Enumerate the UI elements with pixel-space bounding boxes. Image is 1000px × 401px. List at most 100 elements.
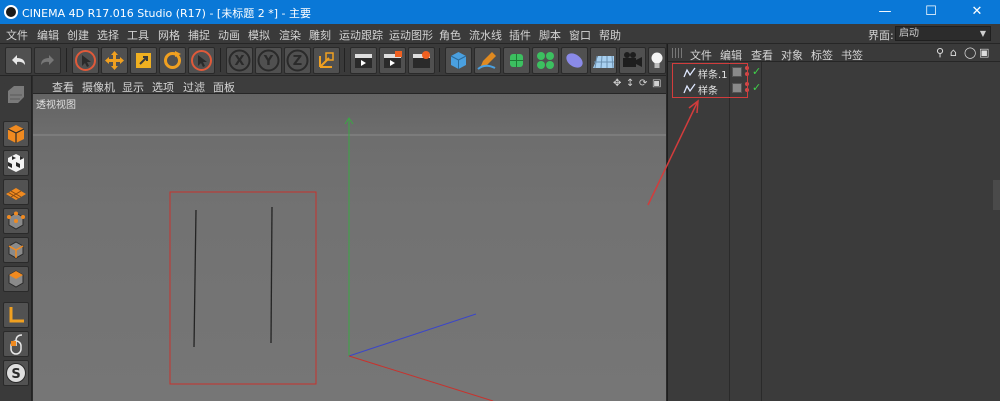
om-menu-bookmarks[interactable]: 书签 <box>841 47 863 63</box>
axis-mode-icon[interactable] <box>3 302 29 328</box>
x-axis-icon[interactable]: X <box>226 47 253 74</box>
perspective-viewport[interactable]: 透视视图 <box>33 94 666 401</box>
orbit-icon[interactable]: ⟳ <box>639 78 647 89</box>
pan-icon[interactable]: ✥ <box>613 78 621 89</box>
scale-icon[interactable] <box>130 47 157 74</box>
layout-label: 界面: <box>868 29 894 42</box>
menu-sculpt[interactable]: 雕刻 <box>309 27 331 43</box>
z-axis-icon[interactable]: Z <box>284 47 311 74</box>
x-axis-line <box>348 355 494 401</box>
menu-character[interactable]: 角色 <box>439 27 461 43</box>
enabled-check-icon[interactable]: ✓ <box>752 65 761 78</box>
move-icon[interactable] <box>101 47 128 74</box>
viewport-menu-view[interactable]: 查看 <box>52 79 74 95</box>
cube-icon[interactable] <box>445 47 472 74</box>
om-menu-edit[interactable]: 编辑 <box>720 47 742 63</box>
menu-file[interactable]: 文件 <box>6 27 28 43</box>
menu-mograph[interactable]: 运动图形 <box>389 27 433 43</box>
viewport-menu-display[interactable]: 显示 <box>122 79 144 95</box>
subdivision-icon[interactable] <box>503 47 530 74</box>
viewport-scene <box>33 117 666 401</box>
main-menu-bar: 文件 编辑 创建 选择 工具 网格 捕捉 动画 模拟 渲染 雕刻 运动跟踪 运动… <box>0 24 1000 44</box>
menu-help[interactable]: 帮助 <box>599 27 621 43</box>
menu-pipeline[interactable]: 流水线 <box>469 27 502 43</box>
toolbar-divider <box>66 48 67 72</box>
pen-icon[interactable] <box>474 47 501 74</box>
view-icon[interactable]: ◯ <box>964 46 976 59</box>
menu-mesh[interactable]: 网格 <box>158 27 180 43</box>
maximize-view-icon[interactable]: ▣ <box>652 78 661 89</box>
render-settings-icon[interactable] <box>408 47 435 74</box>
spline-line <box>270 206 273 344</box>
enabled-check-icon[interactable]: ✓ <box>752 81 761 94</box>
menu-edit[interactable]: 编辑 <box>37 27 59 43</box>
svg-text:Y: Y <box>263 54 274 69</box>
cloner-icon[interactable] <box>532 47 559 74</box>
polygons-mode-icon[interactable] <box>3 266 29 292</box>
undo-icon[interactable] <box>5 47 32 74</box>
viewport-menu-camera[interactable]: 摄像机 <box>82 79 115 95</box>
texture-mode-icon[interactable] <box>3 150 29 176</box>
y-axis-icon[interactable]: Y <box>255 47 282 74</box>
column-divider <box>729 62 730 401</box>
menu-simulate[interactable]: 模拟 <box>248 27 270 43</box>
object-manager-menu-bar: 文件 编辑 查看 对象 标签 书签 ⚲ ⌂ ◯ ▣ <box>668 44 1000 62</box>
camera-icon[interactable] <box>619 47 646 74</box>
layout-dropdown-value: 启动 <box>899 28 919 39</box>
menu-snap[interactable]: 捕捉 <box>188 27 210 43</box>
menu-create[interactable]: 创建 <box>67 27 89 43</box>
model-mode-icon[interactable] <box>3 121 29 147</box>
layout-dropdown[interactable]: 启动 ▼ <box>895 26 991 41</box>
render-view-icon[interactable] <box>350 47 377 74</box>
snap-icon[interactable]: S <box>3 360 29 386</box>
render-to-picture-viewer-icon[interactable] <box>379 47 406 74</box>
deformer-icon[interactable] <box>561 47 588 74</box>
menu-plugins[interactable]: 插件 <box>509 27 531 43</box>
viewport-menu-panel[interactable]: 面板 <box>213 79 235 95</box>
viewport-menu-options[interactable]: 选项 <box>152 79 174 95</box>
workplane-icon[interactable] <box>3 179 29 205</box>
menu-animate[interactable]: 动画 <box>218 27 240 43</box>
viewport-menu-filter[interactable]: 过滤 <box>183 79 205 95</box>
floor-icon[interactable] <box>590 47 617 74</box>
menu-select[interactable]: 选择 <box>97 27 119 43</box>
toolbar-divider <box>344 48 345 72</box>
menu-tools[interactable]: 工具 <box>127 27 149 43</box>
points-mode-icon[interactable] <box>3 208 29 234</box>
menu-window[interactable]: 窗口 <box>569 27 591 43</box>
tweak-mode-icon[interactable] <box>3 331 29 357</box>
menu-motion-tracking[interactable]: 运动跟踪 <box>339 27 383 43</box>
om-menu-tags[interactable]: 标签 <box>811 47 833 63</box>
window-title: CINEMA 4D R17.016 Studio (R17) - [未标题 2 … <box>22 7 311 20</box>
annotation-highlight-box <box>672 63 748 98</box>
edges-mode-icon[interactable] <box>3 237 29 263</box>
om-menu-objects[interactable]: 对象 <box>781 47 803 63</box>
menu-render[interactable]: 渲染 <box>279 27 301 43</box>
main-toolbar: X Y Z <box>0 44 666 76</box>
redo-icon[interactable] <box>34 47 61 74</box>
panel-grip-icon[interactable] <box>672 48 682 58</box>
om-menu-file[interactable]: 文件 <box>690 47 712 63</box>
light-icon[interactable] <box>648 47 666 74</box>
window-title-bar: CINEMA 4D R17.016 Studio (R17) - [未标题 2 … <box>0 0 1000 24</box>
layer-icon[interactable]: ▣ <box>979 46 989 59</box>
live-selection-icon[interactable] <box>72 47 99 74</box>
toolbar-divider <box>439 48 440 72</box>
coordinate-system-icon[interactable] <box>313 47 340 74</box>
om-menu-view[interactable]: 查看 <box>751 47 773 63</box>
close-icon[interactable]: ✕ <box>954 0 1000 24</box>
viewport-label: 透视视图 <box>36 100 76 111</box>
home-icon[interactable]: ⌂ <box>950 46 957 59</box>
menu-script[interactable]: 脚本 <box>539 27 561 43</box>
search-icon[interactable]: ⚲ <box>936 46 944 59</box>
dolly-icon[interactable]: ↕ <box>626 78 634 89</box>
svg-text:S: S <box>11 367 20 382</box>
maximize-icon[interactable]: ☐ <box>908 0 954 24</box>
make-editable-icon[interactable] <box>3 82 29 108</box>
recent-tool-icon[interactable] <box>188 47 215 74</box>
object-tree[interactable]: 样条.1 ✓ 样条 ✓ <box>668 62 1000 401</box>
rotate-icon[interactable] <box>159 47 186 74</box>
panel-resize-handle[interactable] <box>993 180 1000 210</box>
chevron-down-icon: ▼ <box>979 29 986 38</box>
minimize-icon[interactable]: — <box>862 0 908 24</box>
